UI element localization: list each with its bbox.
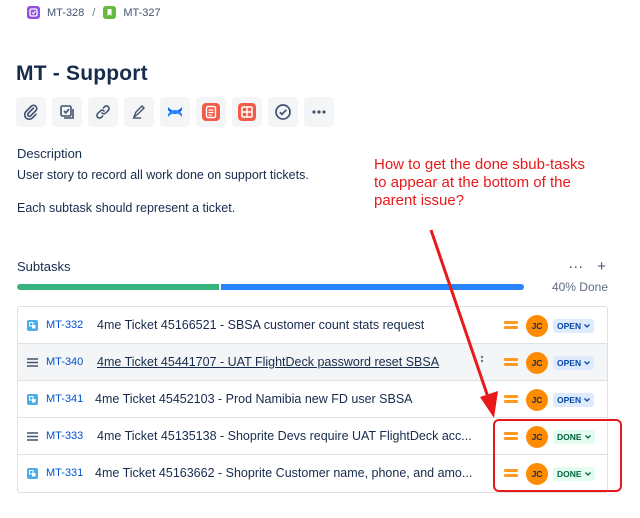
subtask-key[interactable]: MT-341	[46, 393, 83, 405]
progress-text: 40% Done	[551, 280, 608, 294]
confluence-button[interactable]	[160, 97, 190, 127]
epic-icon	[27, 6, 40, 19]
checklist-icon	[275, 104, 291, 120]
subtasks-add-button[interactable]: +	[597, 258, 606, 275]
priority-medium-icon	[504, 393, 518, 405]
subtask-type-icon	[27, 320, 38, 331]
progress-remaining-segment	[221, 284, 524, 290]
more-icon	[312, 110, 326, 114]
edit-button[interactable]	[124, 97, 154, 127]
breadcrumb-separator: /	[92, 6, 96, 19]
subtasks-more-button[interactable]: ···	[568, 258, 583, 275]
status-dropdown[interactable]: OPEN	[553, 356, 595, 370]
subtask-row[interactable]: MT-332 4me Ticket 45166521 - SBSA custom…	[18, 307, 607, 344]
chevron-down-icon	[584, 398, 591, 402]
subtask-summary[interactable]: 4me Ticket 45163662 - Shoprite Customer …	[95, 466, 472, 480]
breadcrumb-current-link[interactable]: MT-327	[123, 7, 160, 19]
app-button[interactable]	[196, 97, 226, 127]
edit-icon	[132, 105, 145, 120]
drag-handle-icon[interactable]	[27, 357, 38, 368]
priority-medium-icon	[504, 319, 518, 331]
status-label: OPEN	[557, 395, 582, 405]
status-label: OPEN	[557, 321, 582, 331]
breadcrumb-parent-link[interactable]: MT-328	[47, 7, 84, 19]
more-actions-button[interactable]	[304, 97, 334, 127]
subtask-row[interactable]: MT-341 4me Ticket 45452103 - Prod Namibi…	[18, 381, 607, 418]
breadcrumb: MT-328 / MT-327	[27, 6, 161, 19]
chevron-down-icon	[584, 361, 591, 365]
description-line-1[interactable]: User story to record all work done on su…	[17, 168, 309, 182]
subtask-key[interactable]: MT-331	[46, 467, 83, 479]
drag-handle-icon[interactable]	[27, 431, 38, 442]
subtask-key[interactable]: MT-333	[46, 430, 83, 442]
issue-toolbar	[16, 97, 334, 127]
subtask-summary[interactable]: 4me Ticket 45135138 - Shoprite Devs requ…	[97, 429, 472, 443]
priority-medium-icon	[504, 356, 518, 368]
create-subtask-button[interactable]	[52, 97, 82, 127]
link-issue-button[interactable]	[88, 97, 118, 127]
status-label: OPEN	[557, 358, 582, 368]
subtask-type-icon	[27, 468, 38, 479]
subtask-summary[interactable]: 4me Ticket 45452103 - Prod Namibia new F…	[95, 392, 413, 406]
attach-icon	[23, 104, 38, 120]
status-dropdown[interactable]: OPEN	[553, 393, 595, 407]
chevron-down-icon	[584, 324, 591, 328]
issue-title[interactable]: MT - Support	[16, 62, 148, 86]
row-more-icon[interactable]	[478, 354, 486, 369]
subtasks-progress-bar	[17, 284, 524, 290]
subtasks-label: Subtasks	[17, 259, 71, 274]
checklist-button[interactable]	[268, 97, 298, 127]
attach-button[interactable]	[16, 97, 46, 127]
app-icon	[202, 103, 220, 121]
description-line-2[interactable]: Each subtask should represent a ticket.	[17, 201, 235, 215]
progress-done-segment	[17, 284, 219, 290]
confluence-icon	[168, 107, 182, 117]
subtask-row[interactable]: MT-340 4me Ticket 45441707 - UAT FlightD…	[18, 344, 607, 381]
avatar[interactable]: JC	[526, 352, 548, 374]
subtask-summary[interactable]: 4me Ticket 45166521 - SBSA customer coun…	[97, 318, 424, 332]
create-subtask-icon	[60, 105, 74, 119]
subtask-key[interactable]: MT-332	[46, 319, 83, 331]
grid-app-button[interactable]	[232, 97, 262, 127]
avatar[interactable]: JC	[526, 389, 548, 411]
description-label: Description	[17, 146, 83, 161]
link-icon	[96, 105, 110, 119]
subtask-summary[interactable]: 4me Ticket 45441707 - UAT FlightDeck pas…	[97, 355, 439, 369]
status-dropdown[interactable]: OPEN	[553, 319, 595, 333]
subtasks-actions: ··· +	[568, 258, 606, 275]
subtask-type-icon	[27, 394, 38, 405]
story-icon	[103, 6, 117, 19]
annotation-text: How to get the done sbub-tasks to appear…	[374, 156, 585, 209]
subtask-key[interactable]: MT-340	[46, 356, 83, 368]
annotation-highlight-box	[493, 419, 622, 492]
avatar[interactable]: JC	[526, 315, 548, 337]
grid-app-icon	[238, 103, 256, 121]
